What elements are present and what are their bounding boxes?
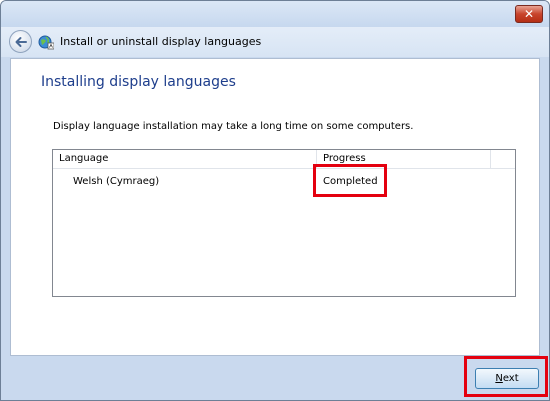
navigation-bar: Install or uninstall display languages (1, 27, 549, 57)
language-cell: Welsh (Cymraeg) (73, 176, 160, 187)
window-title: Install or uninstall display languages (60, 35, 262, 48)
back-arrow-icon (15, 37, 27, 47)
close-button[interactable]: ✕ (515, 5, 543, 23)
back-button[interactable] (9, 30, 32, 53)
column-separator (490, 150, 491, 169)
column-header-language[interactable]: Language (59, 153, 108, 164)
highlight-box-next (464, 356, 548, 397)
content-panel: Installing display languages Display lan… (10, 58, 540, 356)
title-bar: ✕ (1, 1, 549, 29)
list-header: Language Progress (53, 150, 515, 169)
description-text: Display language installation may take a… (53, 121, 414, 132)
highlight-box-progress (313, 164, 387, 197)
language-list[interactable]: Language Progress Welsh (Cymraeg) Comple… (52, 149, 516, 297)
language-globe-icon (38, 35, 54, 50)
close-icon: ✕ (523, 7, 535, 21)
column-header-progress[interactable]: Progress (323, 153, 366, 164)
page-heading: Installing display languages (41, 74, 236, 90)
dialog-window: ✕ Install or uninstall display languages… (0, 0, 550, 401)
